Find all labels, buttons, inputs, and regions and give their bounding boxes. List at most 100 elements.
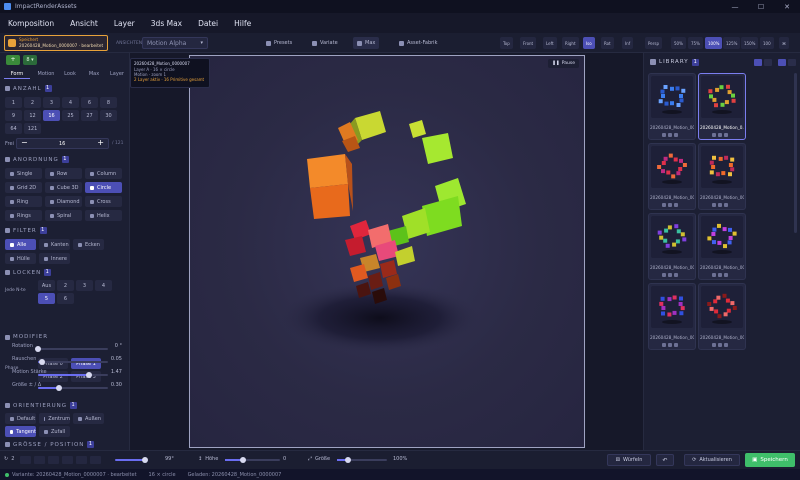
library-card[interactable]: 20260428_Motion_000... <box>648 73 696 140</box>
filter-innere[interactable]: Innere <box>39 253 70 264</box>
locken-n-option-selected[interactable]: 5 <box>38 293 55 304</box>
image-icon[interactable] <box>724 273 728 277</box>
size-s-icon[interactable] <box>778 58 786 66</box>
view-right[interactable]: Right <box>562 37 579 49</box>
viewport[interactable]: 20260428_Motion_0000007 Layer A · 16 × c… <box>130 55 585 448</box>
library-card[interactable]: 20260428_Motion_000... <box>698 283 746 350</box>
library-card[interactable]: 20260428_Motion_000... <box>698 213 746 280</box>
menu-3dsmax[interactable]: 3ds Max <box>151 19 182 28</box>
hoehe-slider[interactable] <box>225 457 280 463</box>
filter-ecken[interactable]: Ecken <box>73 239 104 250</box>
anordnung-single[interactable]: Single <box>5 168 42 179</box>
tab-max-left[interactable]: Max <box>84 69 104 79</box>
slider-knob[interactable] <box>56 385 62 391</box>
timeline-knob[interactable] <box>142 457 148 463</box>
settings-icon[interactable] <box>668 203 672 207</box>
orient-default[interactable]: Default <box>5 413 36 424</box>
zoom-125[interactable]: 125% <box>723 37 741 49</box>
library-card[interactable]: 20260428_Motion_000... <box>698 143 746 210</box>
view-rot[interactable]: Rot <box>601 37 614 49</box>
menu-hilfe[interactable]: Hilfe <box>234 19 251 28</box>
settings-icon[interactable] <box>718 273 722 277</box>
add-button[interactable]: + <box>6 55 20 65</box>
image-icon[interactable] <box>674 273 678 277</box>
anzahl-option[interactable]: 121 <box>24 123 41 134</box>
tab-layer[interactable]: Layer <box>106 69 128 79</box>
image-icon[interactable] <box>674 133 678 137</box>
menu-datei[interactable]: Datei <box>198 19 218 28</box>
orient-zentrum[interactable]: Zentrum <box>39 413 70 424</box>
filter-alle-selected[interactable]: Alle <box>5 239 36 250</box>
mode-dropdown[interactable]: Motion Alpha ▾ <box>142 37 208 49</box>
anordnung-cross[interactable]: Cross <box>85 196 122 207</box>
locken-n-option[interactable]: 4 <box>95 280 112 291</box>
hoehe-knob[interactable] <box>240 457 246 463</box>
view-top[interactable]: Top <box>500 37 513 49</box>
close-button[interactable]: ✕ <box>774 3 800 11</box>
library-card[interactable]: 20260428_Motion_000... <box>648 283 696 350</box>
zoom-field[interactable]: 100 <box>760 37 774 49</box>
copy-icon[interactable] <box>712 133 716 137</box>
anzahl-option[interactable]: 6 <box>81 97 98 108</box>
zoom-75[interactable]: 75% <box>688 37 703 49</box>
view-left[interactable]: Left <box>543 37 557 49</box>
zoom-150[interactable]: 150% <box>741 37 759 49</box>
slider-knob[interactable] <box>35 346 41 352</box>
settings-icon[interactable] <box>668 273 672 277</box>
phase-1-selected[interactable]: Phase 1 <box>71 358 101 369</box>
image-icon[interactable] <box>724 133 728 137</box>
menu-layer[interactable]: Layer <box>114 19 135 28</box>
locken-n-option[interactable]: 3 <box>76 280 93 291</box>
copy-icon[interactable] <box>662 343 666 347</box>
groesse-slider[interactable] <box>337 457 387 463</box>
library-card[interactable]: 20260428_Motion_000... <box>648 143 696 210</box>
groesse-knob[interactable] <box>345 457 351 463</box>
library-scrollbar[interactable] <box>794 73 797 233</box>
wuerfeln-button[interactable]: ⚄ Würfeln <box>607 454 651 466</box>
copy-icon[interactable] <box>662 273 666 277</box>
anzahl-option[interactable]: 1 <box>5 97 22 108</box>
tab-variate[interactable]: Variate <box>308 37 342 49</box>
tab-motion[interactable]: Motion <box>34 69 58 79</box>
view-inf[interactable]: Inf <box>622 37 634 49</box>
count-button[interactable]: 8 ▾ <box>23 55 37 65</box>
locken-n-option[interactable]: Aus <box>38 280 55 291</box>
anordnung-cube3d[interactable]: Cube 3D <box>45 182 82 193</box>
menu-komposition[interactable]: Komposition <box>8 19 54 28</box>
timeline-slider[interactable] <box>115 457 148 463</box>
frei-stepper[interactable]: − 16 + <box>16 138 109 149</box>
modifier-slider[interactable] <box>35 346 108 352</box>
library-card[interactable]: 20260428_Motion_000... <box>648 213 696 280</box>
anordnung-spiral[interactable]: Spiral <box>45 210 82 221</box>
modifier-slider[interactable] <box>38 385 108 391</box>
anordnung-row[interactable]: Row <box>45 168 82 179</box>
copy-icon[interactable] <box>712 343 716 347</box>
anzahl-option[interactable]: 3 <box>43 97 60 108</box>
anordnung-helix[interactable]: Helix <box>85 210 122 221</box>
modifier-slider[interactable] <box>38 372 108 378</box>
tab-look[interactable]: Look <box>60 69 80 79</box>
minimize-button[interactable]: — <box>722 3 748 11</box>
anordnung-ring[interactable]: Ring <box>5 196 42 207</box>
size-l-icon[interactable] <box>788 58 796 66</box>
undo-button[interactable]: ↶ <box>656 454 674 466</box>
settings-icon[interactable] <box>668 343 672 347</box>
image-icon[interactable] <box>724 203 728 207</box>
tab-max[interactable]: Max <box>353 37 380 49</box>
anzahl-option[interactable]: 2 <box>24 97 41 108</box>
grid-view-icon[interactable] <box>754 58 762 66</box>
viewport-canvas[interactable]: 20260428_Motion_0000007 Layer A · 16 × c… <box>130 56 584 447</box>
view-persp[interactable]: Persp <box>645 37 662 49</box>
view-iso[interactable]: Iso <box>583 37 595 49</box>
menu-ansicht[interactable]: Ansicht <box>70 19 98 28</box>
anzahl-option[interactable]: 25 <box>62 110 79 121</box>
anzahl-option[interactable]: 12 <box>24 110 41 121</box>
filter-huelle[interactable]: Hülle <box>5 253 36 264</box>
tab-presets[interactable]: Presets <box>262 37 296 49</box>
zoom-50[interactable]: 50% <box>671 37 686 49</box>
speichern-button[interactable]: ▣ Speichern <box>745 453 795 467</box>
pause-button[interactable]: ❚❚ Pause <box>548 59 579 68</box>
anzahl-option[interactable]: 27 <box>81 110 98 121</box>
aktualisieren-button[interactable]: ⟳ Aktualisieren <box>684 454 740 466</box>
copy-icon[interactable] <box>662 203 666 207</box>
